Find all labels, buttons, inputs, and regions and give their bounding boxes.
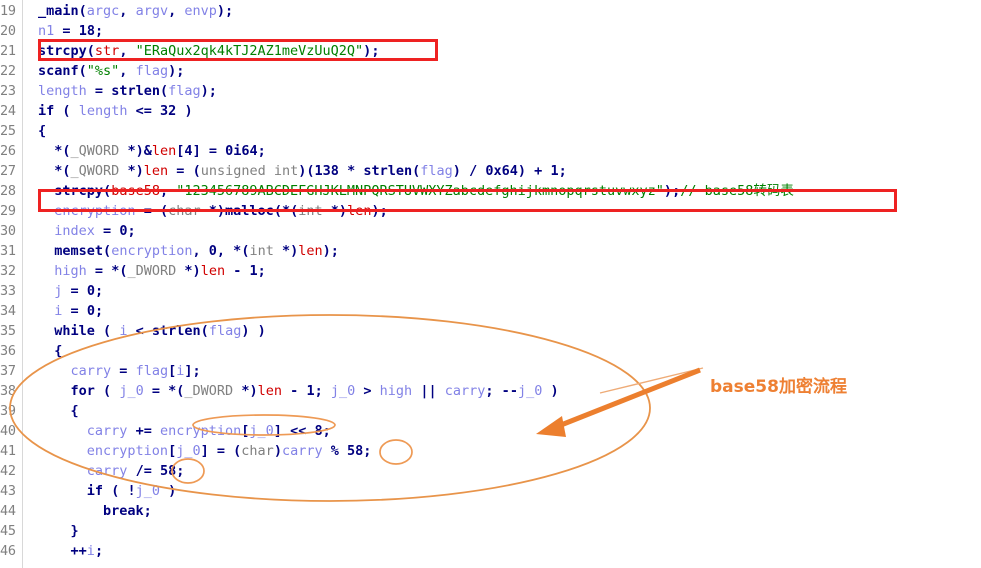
code-line-text: *(_QWORD *)len = (unsigned int)(138 * st… [54,163,567,179]
code-line-text: carry += encryption[j_0] << 8; [86,423,331,439]
code-line-text: encryption[j_0] = (char)carry % 58; [86,443,372,459]
code-line-text: index = 0; [54,223,136,239]
code-line-text: break; [103,503,152,519]
line-number: 34 [0,303,16,319]
line-number: 28 [0,183,16,199]
line-number: 33 [0,283,16,299]
code-line-text: ++i; [70,543,104,559]
code-line[interactable]: 28 strcpy(base58, "123456789ABCDEFGHJKLM… [0,181,981,201]
code-line[interactable]: 27 *(_QWORD *)len = (unsigned int)(138 *… [0,161,981,181]
code-line[interactable]: 29 encryption = (char *)malloc(*(int *)l… [0,201,981,221]
code-line-text: length = strlen(flag); [38,83,217,99]
line-number: 20 [0,23,16,39]
code-line[interactable]: 36 { [0,341,981,361]
code-line-text: strcpy(base58, "123456789ABCDEFGHJKLMNPQ… [54,183,794,199]
line-number: 22 [0,63,16,79]
code-line-text: { [70,403,79,419]
code-line[interactable]: 21 strcpy(str, "ERaQux2qk4kTJ2AZ1meVzUuQ2… [0,41,981,61]
line-number: 21 [0,43,16,59]
line-number: 44 [0,503,16,519]
code-line[interactable]: 41 encryption[j_0] = (char)carry % 58; [0,441,981,461]
code-line-text: while ( i < strlen(flag) ) [54,323,266,339]
code-line-text: i = 0; [54,303,104,319]
code-line[interactable]: 45 } [0,521,981,541]
line-number: 42 [0,463,16,479]
code-line-text: scanf("%s", flag); [38,63,185,79]
code-line-text: _main(argc, argv, envp); [38,3,234,19]
code-line-text: n1 = 18; [38,23,104,39]
line-number: 31 [0,243,16,259]
code-line-text: carry = flag[i]; [70,363,201,379]
code-line[interactable]: 35 while ( i < strlen(flag) ) [0,321,981,341]
code-line[interactable]: 30 index = 0; [0,221,981,241]
line-number: 27 [0,163,16,179]
line-number: 36 [0,343,16,359]
code-line[interactable]: 44 break; [0,501,981,521]
code-line-text: *(_QWORD *)&len[4] = 0i64; [54,143,266,159]
code-line[interactable]: 40 carry += encryption[j_0] << 8; [0,421,981,441]
code-line[interactable]: 24 if ( length <= 32 ) [0,101,981,121]
code-line[interactable]: 26 *(_QWORD *)&len[4] = 0i64; [0,141,981,161]
decompiler-code-view[interactable]: 19 _main(argc, argv, envp); 20 n1 = 18; 21 st… [0,0,981,568]
code-line-text: { [38,123,47,139]
code-line[interactable]: 22 scanf("%s", flag); [0,61,981,81]
code-line-text: carry /= 58; [86,463,185,479]
line-number: 29 [0,203,16,219]
code-line-text: } [70,523,79,539]
code-line[interactable]: 19 _main(argc, argv, envp); [0,1,981,21]
code-line[interactable]: 38 for ( j_0 = *(_DWORD *)len - 1; j_0 >… [0,381,981,401]
line-number: 41 [0,443,16,459]
code-line[interactable]: 37 carry = flag[i]; [0,361,981,381]
line-number: 43 [0,483,16,499]
line-number: 19 [0,3,16,19]
code-line-text: { [54,343,63,359]
code-line[interactable]: 31 memset(encryption, 0, *(int *)len); [0,241,981,261]
line-number: 30 [0,223,16,239]
code-line-text: j = 0; [54,283,104,299]
line-number: 38 [0,383,16,399]
code-line[interactable]: 25 { [0,121,981,141]
code-line[interactable]: 39 { [0,401,981,421]
line-number: 32 [0,263,16,279]
line-number: 45 [0,523,16,539]
line-number: 37 [0,363,16,379]
code-line[interactable]: 42 carry /= 58; [0,461,981,481]
code-line[interactable]: 46 ++i; [0,541,981,561]
line-number: 25 [0,123,16,139]
code-line-text: encryption = (char *)malloc(*(int *)len)… [54,203,388,219]
line-number: 46 [0,543,16,559]
code-line-text: if ( length <= 32 ) [38,103,193,119]
code-line[interactable]: 20 n1 = 18; [0,21,981,41]
code-line[interactable]: 34 i = 0; [0,301,981,321]
code-line[interactable]: 23 length = strlen(flag); [0,81,981,101]
code-line-text: if ( !j_0 ) [86,483,177,499]
code-line-text: for ( j_0 = *(_DWORD *)len - 1; j_0 > hi… [70,383,559,399]
line-number: 39 [0,403,16,419]
line-number: 26 [0,143,16,159]
code-line[interactable]: 32 high = *(_DWORD *)len - 1; [0,261,981,281]
line-number: 40 [0,423,16,439]
code-line-text: high = *(_DWORD *)len - 1; [54,263,266,279]
line-number: 23 [0,83,16,99]
code-line[interactable]: 33 j = 0; [0,281,981,301]
line-number: 24 [0,103,16,119]
code-line-text: strcpy(str, "ERaQux2qk4kTJ2AZ1meVzUuQ2Q"… [38,43,380,59]
code-line-text: memset(encryption, 0, *(int *)len); [54,243,339,259]
code-line[interactable]: 43 if ( !j_0 ) [0,481,981,501]
line-number: 35 [0,323,16,339]
